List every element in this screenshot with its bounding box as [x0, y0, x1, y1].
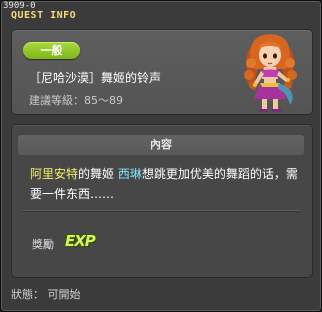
quest-dialog: 阿里安特的舞姬 西琳想跳更加优美的舞蹈的话，需要一件东西…… [30, 164, 305, 204]
divider [22, 210, 300, 212]
quest-content-panel: 內容 阿里安特的舞姬 西琳想跳更加优美的舞蹈的话，需要一件东西…… 獎勵 EXP [11, 124, 313, 278]
quest-summary-panel: 一般 ［尼哈沙漠］舞姬的铃声 建議等級：85～89 [11, 29, 313, 115]
window-title: QUEST INFO [11, 10, 77, 21]
npc-dancer-portrait [244, 34, 297, 112]
dialog-npc-name: 西琳 [117, 167, 142, 181]
content-header: 內容 [18, 135, 304, 155]
quest-name: ［尼哈沙漠］舞姬的铃声 [29, 71, 162, 85]
dialog-place-name: 阿里安特 [30, 167, 79, 181]
dialog-text: 的舞姬 [78, 167, 118, 181]
exp-reward-icon[interactable]: EXP [65, 232, 96, 250]
quest-type-badge: 一般 [23, 42, 80, 59]
quest-info-window: 3909-0 QUEST INFO 一般 ［尼哈沙漠］舞姬的铃声 建議等級：85… [0, 0, 322, 312]
quest-status: 狀態： 可開始 [11, 288, 81, 301]
recommended-level: 建議等級：85～89 [29, 94, 123, 107]
reward-label: 獎勵 [32, 238, 54, 251]
